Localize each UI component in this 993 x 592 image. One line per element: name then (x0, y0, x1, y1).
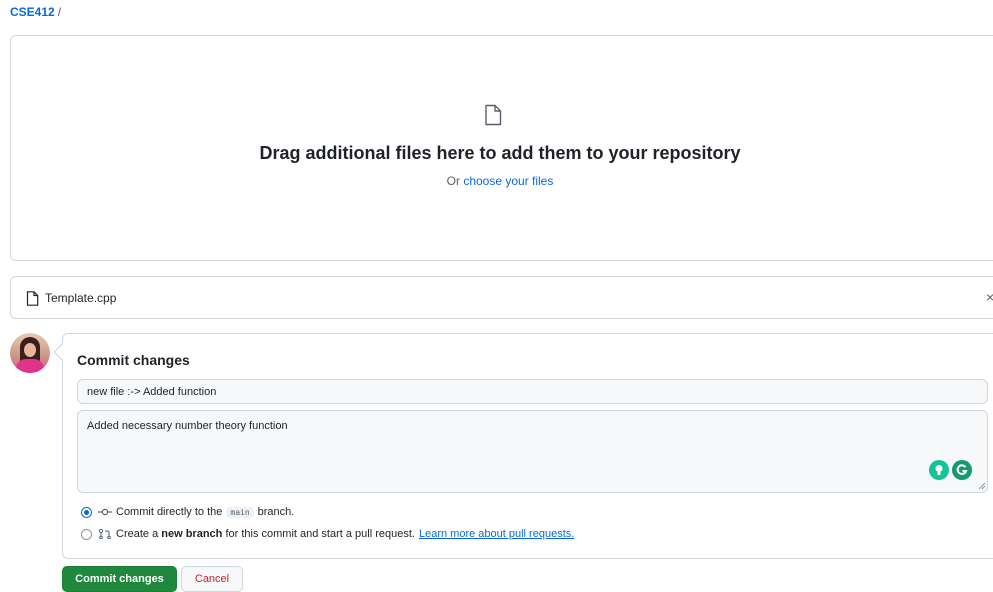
option-prefix: Commit directly to the (116, 506, 223, 518)
file-dropzone[interactable]: Drag additional files here to add them t… (10, 35, 993, 261)
panel-caret (53, 343, 71, 361)
avatar (10, 333, 50, 373)
file-icon (485, 104, 502, 126)
cancel-button[interactable]: Cancel (181, 566, 243, 592)
writing-assistant (929, 460, 972, 480)
commit-changes-button[interactable]: Commit changes (62, 566, 177, 592)
git-pull-request-icon (98, 529, 111, 539)
radio-direct[interactable] (81, 506, 92, 518)
option-prefix: Create a (116, 528, 159, 540)
breadcrumb-separator: / (57, 5, 62, 19)
grammarly-icon[interactable] (952, 460, 972, 480)
repo-link[interactable]: CSE412 (10, 5, 55, 19)
commit-option-direct[interactable]: Commit directly to the main branch. (81, 506, 294, 518)
file-name: Template.cpp (45, 291, 117, 305)
resize-grip-icon[interactable] (977, 481, 986, 490)
option-suffix: branch. (257, 506, 295, 518)
branch-name: main (226, 506, 254, 518)
choose-files-link[interactable]: choose your files (463, 174, 553, 188)
dropzone-subtitle: Or choose your files (11, 174, 989, 188)
git-commit-icon (98, 508, 112, 516)
commit-summary-input[interactable] (77, 379, 988, 404)
dropzone-title: Drag additional files here to add them t… (259, 143, 741, 163)
option-bold: new branch (161, 528, 223, 540)
uploaded-file-row: Template.cpp × (10, 276, 993, 319)
or-text: Or (446, 174, 460, 188)
breadcrumb: CSE412/ (10, 5, 61, 19)
remove-file-button[interactable]: × (986, 289, 993, 305)
learn-more-link[interactable]: Learn more about pull requests. (419, 528, 574, 540)
option-suffix: for this commit and start a pull request… (225, 528, 415, 540)
commit-heading: Commit changes (77, 352, 190, 368)
lightbulb-icon[interactable] (929, 460, 949, 480)
commit-option-new-branch[interactable]: Create a new branch for this commit and … (81, 528, 574, 540)
file-icon (26, 291, 39, 306)
commit-description-textarea[interactable]: Added necessary number theory function (77, 410, 988, 493)
commit-panel: Commit changes Added necessary number th… (53, 333, 993, 559)
radio-new-branch[interactable] (81, 528, 92, 540)
